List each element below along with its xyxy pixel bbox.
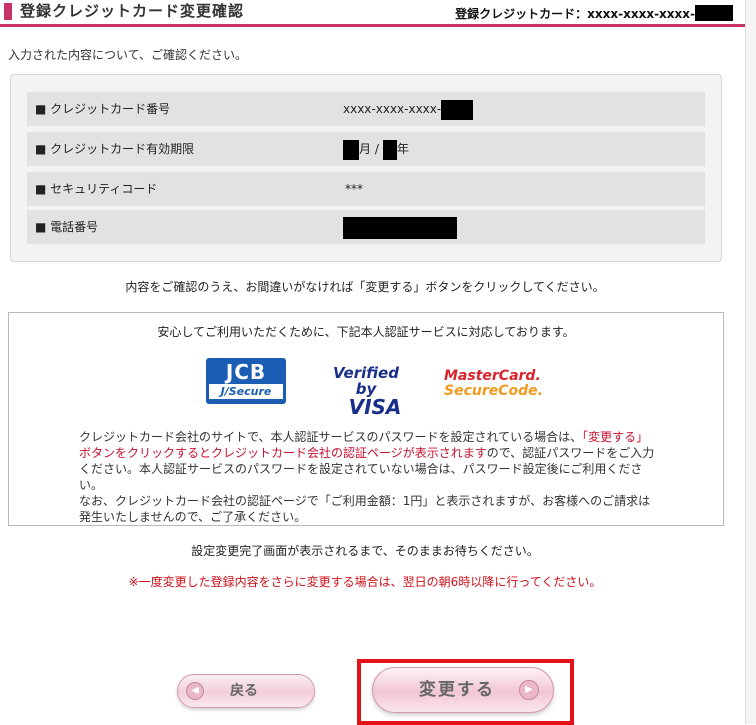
field-label: セキュリティコード bbox=[35, 172, 157, 206]
mc-logo-line2: SecureCode. bbox=[444, 383, 543, 399]
card-number-masked: xxxx-xxxx-xxxx- bbox=[343, 102, 442, 116]
submit-change-button[interactable]: 変更する ▶ bbox=[372, 667, 554, 713]
verified-by-visa-logo: Verified by VISA bbox=[321, 365, 411, 417]
mc-logo-line1: MasterCard. bbox=[444, 368, 541, 384]
redacted-block bbox=[343, 139, 359, 160]
auth-lead-text: 安心してご利用いただくために、下記本人認証サービスに対応しております。 bbox=[157, 325, 575, 339]
registered-card-summary: 登録クレジットカード：xxxx-xxxx-xxxx- bbox=[455, 5, 733, 22]
page-title: 登録クレジットカード変更確認 bbox=[4, 0, 244, 22]
redacted-block bbox=[343, 216, 457, 239]
auth-desc-part1: クレジットカード会社のサイトで、本人認証サービスのパスワードを設定されている場合… bbox=[79, 430, 583, 444]
jcb-logo-text: JCB bbox=[225, 360, 267, 384]
redacted-block bbox=[695, 5, 733, 21]
expiry-value: 月 / 年 bbox=[343, 132, 409, 166]
authentication-info-box: 安心してご利用いただくために、下記本人認証サービスに対応しております。 JCB … bbox=[8, 312, 724, 526]
auth-description: クレジットカード会社のサイトで、本人認証サービスのパスワードを設定されている場合… bbox=[79, 429, 659, 525]
jsecure-logo-text: J/Secure bbox=[209, 384, 283, 399]
expiry-year-suffix: 年 bbox=[396, 142, 409, 156]
field-row-card-number: クレジットカード番号 xxxx-xxxx-xxxx- bbox=[27, 92, 705, 126]
visa-logo-line2: VISA bbox=[348, 395, 402, 419]
field-row-phone: 電話番号 bbox=[27, 210, 705, 244]
wait-message: 設定変更完了画面が表示されるまで、そのままお待ちください。 bbox=[191, 544, 539, 558]
card-number-value: xxxx-xxxx-xxxx- bbox=[343, 92, 474, 126]
auth-desc-part3: なお、クレジットカード会社の認証ページで「ご利用金額：1円」と表示されますが、お… bbox=[79, 494, 651, 524]
intro-text: 入力された内容について、ご確認ください。 bbox=[8, 48, 248, 62]
submit-button-label: 変更する bbox=[419, 680, 495, 700]
scrollbar-track[interactable] bbox=[745, 0, 756, 724]
back-button-label: 戻る bbox=[230, 683, 258, 699]
security-code-value: *** bbox=[345, 182, 363, 196]
field-row-security-code: セキュリティコード *** bbox=[27, 172, 705, 206]
change-limit-warning: ※一度変更した登録内容をさらに変更する場合は、翌日の朝6時以降に行ってください。 bbox=[128, 575, 602, 589]
confirm-instruction: 内容をご確認のうえ、お間違いがなければ「変更する」ボタンをクリックしてください。 bbox=[125, 280, 605, 294]
arrow-right-icon: ▶ bbox=[519, 680, 539, 700]
field-label: クレジットカード有効期限 bbox=[35, 132, 194, 166]
registered-card-label: 登録クレジットカード： bbox=[455, 7, 588, 21]
redacted-block bbox=[382, 139, 397, 160]
field-row-expiry: クレジットカード有効期限 月 / 年 bbox=[27, 132, 705, 166]
mastercard-securecode-logo: MasterCard. SecureCode. bbox=[444, 368, 543, 399]
field-label: クレジットカード番号 bbox=[35, 92, 170, 126]
redacted-block bbox=[441, 99, 474, 120]
arrow-left-icon: ◀ bbox=[186, 682, 204, 700]
confirmation-panel: クレジットカード番号 xxxx-xxxx-xxxx- クレジットカード有効期限 … bbox=[10, 74, 722, 262]
visa-logo-line1: Verified by bbox=[333, 364, 399, 398]
page-header: 登録クレジットカード変更確認 登録クレジットカード：xxxx-xxxx-xxxx… bbox=[0, 0, 745, 27]
phone-value bbox=[343, 210, 457, 244]
expiry-month-suffix: 月 / bbox=[359, 142, 379, 156]
jcb-jsecure-logo: JCB J/Secure bbox=[206, 358, 286, 404]
field-label: 電話番号 bbox=[35, 210, 98, 244]
registered-card-number: xxxx-xxxx-xxxx- bbox=[587, 7, 695, 21]
back-button[interactable]: ◀ 戻る bbox=[177, 674, 315, 708]
